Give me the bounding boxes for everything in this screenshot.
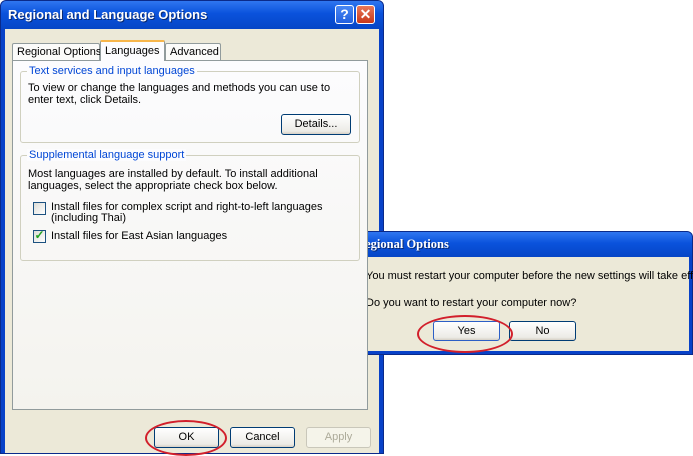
complex-script-checkbox[interactable] [33,202,46,215]
complex-script-label[interactable]: Install files for complex script and rig… [51,202,351,224]
tab-label: Languages [105,45,160,57]
ok-highlight-circle [145,420,227,456]
close-button[interactable]: ✕ [356,5,375,24]
supplemental-language-group: Supplemental language support Most langu… [20,149,360,261]
yes-highlight-circle [417,315,513,353]
no-button-label: No [535,325,550,337]
tab-advanced[interactable]: Advanced [165,43,221,60]
close-icon: ✕ [359,6,372,22]
checkmark-icon: ✓ [34,228,45,242]
help-button[interactable]: ? [335,5,354,24]
tab-regional-options[interactable]: Regional Options [12,43,102,60]
window-client-area: Regional Options Languages Advanced Text… [5,29,379,453]
tab-label: Regional Options [17,46,102,58]
details-button-label: Details... [294,118,338,130]
no-button[interactable]: No [509,321,576,341]
apply-button-label: Apply [324,431,353,443]
east-asian-checkbox[interactable]: ✓ [33,228,46,243]
dialog-message: You must restart your computer before th… [366,270,693,282]
title-bar[interactable]: Regional and Language Options ? ✕ [1,1,383,29]
details-button[interactable]: Details... [281,114,351,135]
text-services-description: To view or change the languages and meth… [28,82,331,106]
text-services-group: Text services and input languages To vie… [20,65,360,143]
tab-languages[interactable]: Languages [100,40,165,61]
text-services-legend: Text services and input languages [27,65,197,77]
supplemental-legend: Supplemental language support [27,149,187,161]
cancel-button[interactable]: Cancel [230,427,295,448]
regional-language-options-window: Regional and Language Options ? ✕ Region… [0,0,384,454]
cancel-button-label: Cancel [245,431,280,443]
apply-button: Apply [306,427,371,448]
window-title: Regional and Language Options [8,7,208,22]
help-icon: ? [340,6,349,22]
dialog-question: Do you want to restart your computer now… [366,297,577,309]
east-asian-label[interactable]: Install files for East Asian languages [51,231,227,242]
tab-label: Advanced [170,46,219,58]
languages-tab-panel: Text services and input languages To vie… [12,60,368,410]
supplemental-description: Most languages are installed by default.… [28,168,318,192]
